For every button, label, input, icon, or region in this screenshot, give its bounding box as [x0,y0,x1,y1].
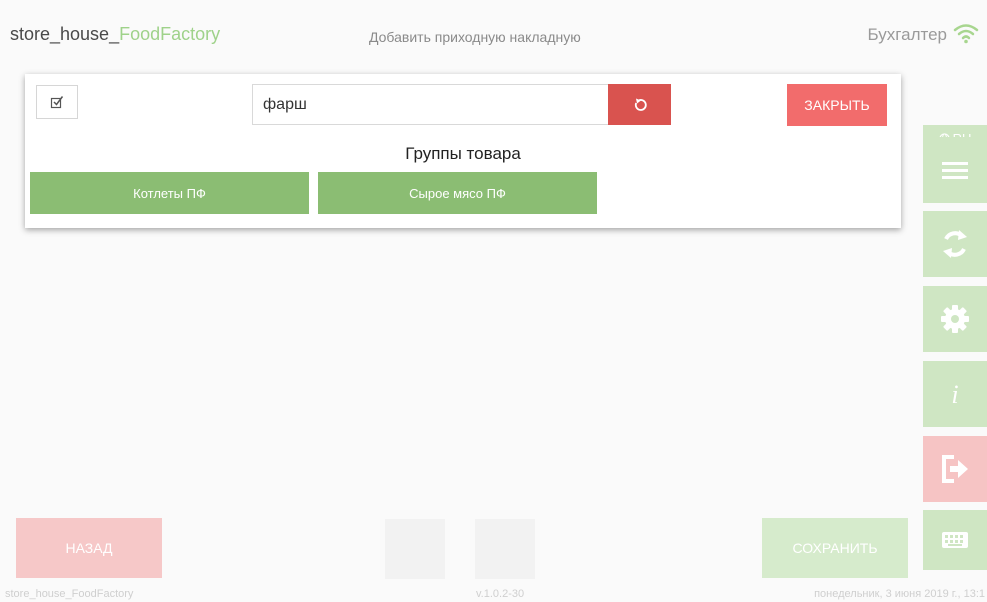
back-button[interactable]: НАЗАД [16,518,162,578]
footer-app-name: store_house_FoodFactory [5,588,134,600]
select-all-button[interactable] [36,85,78,119]
search-input[interactable] [252,84,630,125]
footer-version: v.1.0.2-30 [476,588,525,600]
product-group-dialog: ЗАКРЫТЬ Группы товара Котлеты ПФ Сырое м… [25,74,901,228]
svg-text:i: i [951,380,958,409]
footer-datetime: понедельник, 3 июня 2019 г., 13:1 [814,588,985,600]
logout-button[interactable] [923,436,987,502]
logout-icon [942,455,968,483]
sync-icon [943,230,967,258]
groups-title: Группы товара [405,144,521,163]
group-button-syroe-myaso[interactable]: Сырое мясо ПФ [318,172,597,214]
group-button-kotlety[interactable]: Котлеты ПФ [30,172,309,214]
info-icon: i [951,380,958,409]
info-button[interactable]: i [923,361,987,427]
menu-button[interactable] [923,137,987,203]
nav-next-button[interactable] [475,519,535,579]
keyboard-icon [942,532,968,548]
close-button[interactable]: ЗАКРЫТЬ [787,84,887,126]
app-title: store_house_FoodFactory [10,24,220,45]
reset-icon [634,98,647,111]
save-button[interactable]: СОХРАНИТЬ [762,518,908,578]
gear-icon [941,305,969,333]
app-name: store_house_ [10,24,120,44]
app-brand: FoodFactory [119,24,221,44]
menu-icon [942,162,968,179]
app-header: store_house_FoodFactory Добавить приходн… [0,0,987,74]
checklist-icon [50,96,64,109]
status-footer: store_house_FoodFactory v.1.0.2-30 понед… [0,586,987,602]
reset-search-button[interactable] [608,84,671,125]
page-title: Добавить приходную накладную [369,29,581,45]
keyboard-button[interactable] [923,510,987,570]
user-role: Бухгалтер [867,25,948,44]
wifi-icon [953,24,979,44]
nav-prev-button[interactable] [385,519,445,579]
sync-button[interactable] [923,211,987,277]
settings-button[interactable] [923,286,987,352]
